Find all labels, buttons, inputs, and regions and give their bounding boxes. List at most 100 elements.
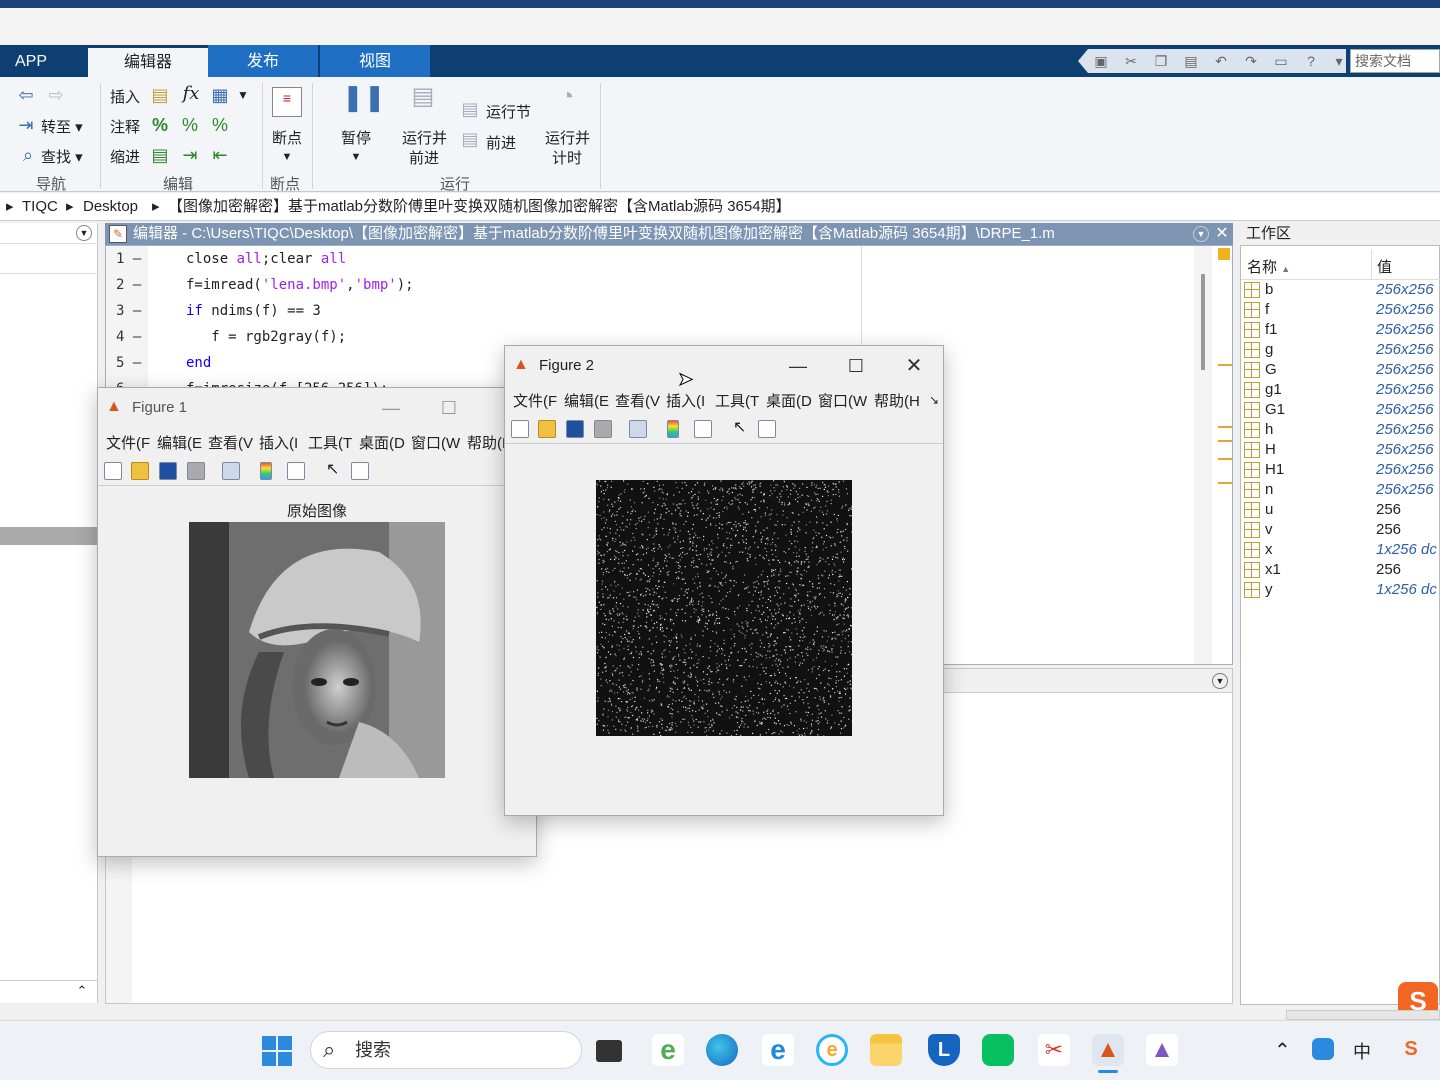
maximize-icon[interactable]: ☐ [833,346,879,386]
figure-2-titlebar[interactable]: ▲ Figure 2 — ☐ ✕ [505,346,943,386]
chevron-down-icon[interactable]: ▼ [280,147,294,167]
run-time-label-1[interactable]: 运行并 [545,127,590,148]
help-icon[interactable]: ? [1302,52,1320,70]
file-explorer-icon[interactable] [870,1034,902,1066]
link-plot-icon[interactable] [222,462,240,480]
menu-window[interactable]: 窗口(W [818,390,867,411]
workspace-variable-row[interactable]: H 256x256 [1241,440,1440,460]
column-name-header[interactable]: 名称 ▲ [1247,256,1290,277]
workspace-variable-row[interactable]: f 256x256 [1241,300,1440,320]
minimize-icon[interactable]: — [368,388,414,428]
chevron-up-icon[interactable]: ⌃ [74,983,90,999]
find-button[interactable]: 查找 ▾ [41,146,83,167]
pause-icon[interactable]: ❚❚ [342,84,386,117]
new-figure-icon[interactable] [511,420,529,438]
panel-options-icon[interactable]: ▼ [76,225,92,241]
breadcrumb-item-tiqc[interactable]: TIQC [22,193,58,221]
insert-section-icon[interactable]: ▤ [150,85,170,105]
editor-options-icon[interactable]: ▼ [1193,226,1209,242]
copy-icon[interactable]: ❐ [1152,52,1170,70]
cut-icon[interactable]: ✂ [1122,52,1140,70]
matlab-taskbar-icon[interactable]: ▲ [1092,1034,1124,1066]
switch-windows-icon[interactable]: ▭ [1272,52,1290,70]
workspace-variable-row[interactable]: v 256 [1241,520,1440,540]
warning-marker[interactable] [1218,426,1232,442]
options-icon[interactable]: ▾ [1330,52,1346,70]
run-time-icon[interactable]: ◔ [552,85,582,117]
menu-overflow-icon[interactable]: ↘ [929,393,939,407]
close-icon[interactable]: ✕ [1213,223,1231,245]
insert-function-icon[interactable]: ▦ [210,85,230,105]
code-line[interactable]: close all;clear all [186,251,346,267]
tab-view[interactable]: 视图 [320,45,430,77]
save-figure-icon[interactable] [159,462,177,480]
workspace-variable-row[interactable]: G 256x256 [1241,360,1440,380]
code-line[interactable]: f=imread('lena.bmp','bmp'); [186,277,414,293]
workspace-variable-row[interactable]: f1 256x256 [1241,320,1440,340]
breadcrumb-item-desktop[interactable]: Desktop [83,193,138,221]
percent-icon[interactable]: % [150,115,170,135]
colorbar-icon[interactable] [667,420,679,438]
task-view-icon[interactable] [596,1040,622,1062]
new-figure-icon[interactable] [104,462,122,480]
menu-tools[interactable]: 工具(T [715,390,759,411]
workspace-variable-row[interactable]: G1 256x256 [1241,400,1440,420]
maximize-icon[interactable]: ☐ [426,388,472,428]
breadcrumb-item-folder[interactable]: 【图像加密解密】基于matlab分数阶傅里叶变换双随机图像加密解密【含Matla… [168,193,791,221]
colorbar-icon[interactable] [260,462,272,480]
editor-scrollbar-thumb[interactable] [1201,274,1205,370]
ie-blue-browser-icon[interactable]: e [762,1034,794,1066]
menu-edit[interactable]: 编辑(E [157,432,202,453]
ie-browser-icon[interactable]: e [652,1034,684,1066]
code-line[interactable]: if ndims(f) == 3 [186,303,321,319]
menu-desktop[interactable]: 桌面(D [359,432,405,453]
windows-start-icon[interactable] [262,1036,292,1066]
chevron-down-icon[interactable]: ▼ [236,85,250,105]
breakpoint-button[interactable]: 断点 [272,127,302,148]
tray-app-icon[interactable] [1312,1038,1334,1060]
menu-edit[interactable]: 编辑(E [564,390,609,411]
workspace-variable-row[interactable]: x1 256 [1241,560,1440,580]
run-advance-label-2[interactable]: 前进 [409,147,439,168]
workspace-variable-row[interactable]: u 256 [1241,500,1440,520]
chevron-up-icon[interactable]: ⌃ [1274,1038,1291,1063]
search-documentation-input[interactable]: 搜索文档 [1350,49,1440,73]
run-time-label-2[interactable]: 计时 [552,147,582,168]
workspace-variable-row[interactable]: H1 256x256 [1241,460,1440,480]
fx-icon[interactable]: fx [180,84,202,104]
menu-help[interactable]: 帮助(H [874,390,920,411]
mountain-app-icon[interactable]: ▲ [1146,1034,1178,1066]
print-icon[interactable] [594,420,612,438]
taskbar-search-box[interactable]: ⌕ 搜索 [310,1031,582,1069]
run-advance-icon[interactable]: ▤ [408,85,438,117]
advance-button[interactable]: 前进 [486,132,516,153]
insert-button[interactable]: 插入 [110,86,140,107]
wrap-comment-icon[interactable]: % [210,115,230,135]
menu-file[interactable]: 文件(F [106,432,150,453]
workspace-variable-row[interactable]: g1 256x256 [1241,380,1440,400]
menu-window[interactable]: 窗口(W [411,432,460,453]
menu-insert[interactable]: 插入(I [259,432,298,453]
tab-publish[interactable]: 发布 [208,45,318,77]
run-advance-label-1[interactable]: 运行并 [402,127,447,148]
undo-icon[interactable]: ↶ [1212,52,1230,70]
edge-browser-icon[interactable] [706,1034,738,1066]
chevron-down-icon[interactable]: ▼ [349,147,363,167]
back-arrow-icon[interactable]: ⇦ [14,85,38,105]
comment-button[interactable]: 注释 [110,116,140,137]
legend-icon[interactable] [287,462,305,480]
smart-indent-icon[interactable]: ▤ [150,145,170,165]
workspace-variable-row[interactable]: x 1x256 dc [1241,540,1440,560]
code-line[interactable]: f = rgb2gray(f); [186,329,346,345]
decrease-indent-icon[interactable]: ⇤ [210,145,230,165]
forward-arrow-icon[interactable]: ⇨ [44,85,68,105]
property-editor-icon[interactable] [351,462,369,480]
sogou-tray-icon[interactable]: S [1400,1038,1422,1060]
save-figure-icon[interactable] [566,420,584,438]
workspace-variable-row[interactable]: g 256x256 [1241,340,1440,360]
indent-button[interactable]: 缩进 [110,146,140,167]
redo-icon[interactable]: ↷ [1242,52,1260,70]
breakpoint-icon[interactable]: ≡ [272,87,302,117]
warning-marker[interactable] [1218,364,1232,366]
workspace-variable-row[interactable]: h 256x256 [1241,420,1440,440]
